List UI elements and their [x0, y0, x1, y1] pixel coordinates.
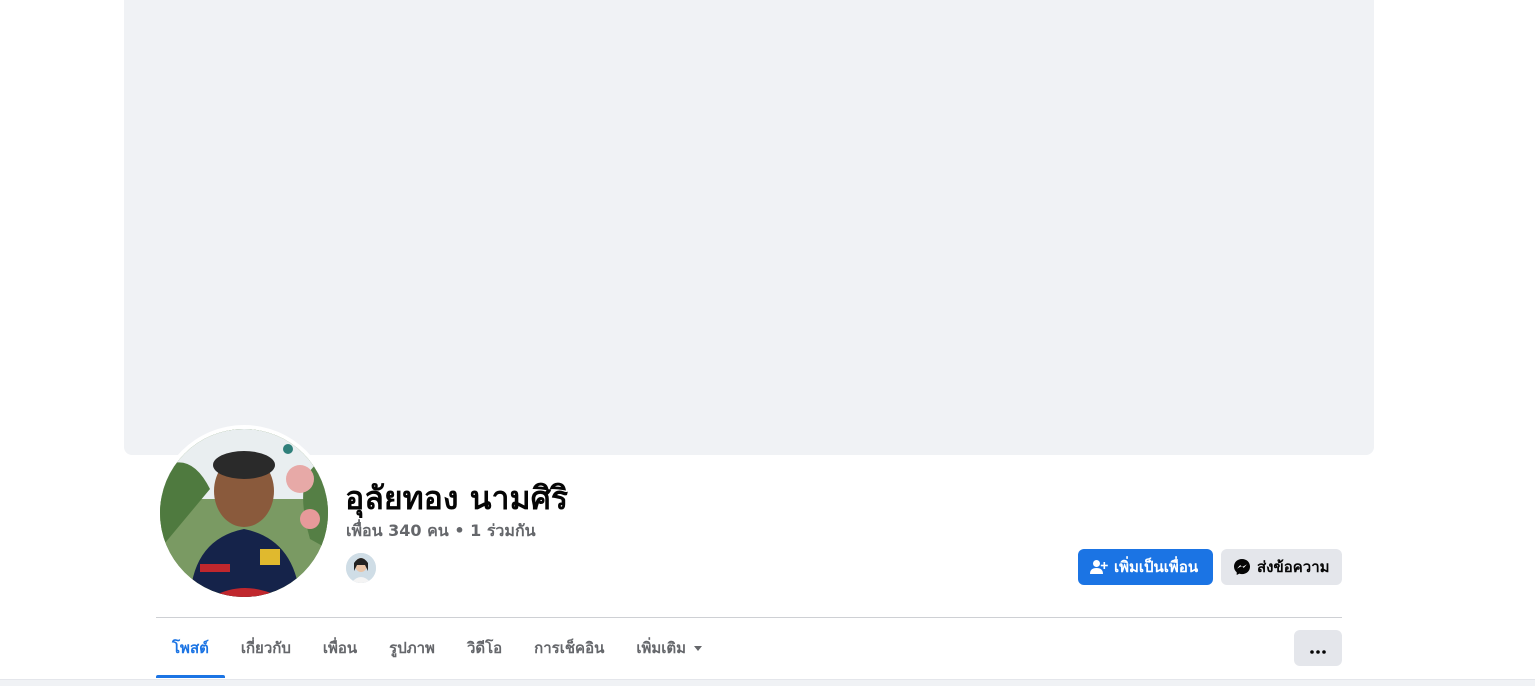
add-friend-label: เพิ่มเป็นเพื่อน [1114, 558, 1199, 576]
tab-posts[interactable]: โพสต์ [156, 618, 225, 678]
tab-label: รูปภาพ [389, 639, 435, 657]
friends-count[interactable]: เพื่อน 340 คน • 1 ร่วมกัน [346, 519, 536, 543]
profile-photo-image [160, 429, 328, 597]
cover-photo[interactable] [124, 0, 1374, 455]
tab-label: โพสต์ [172, 639, 209, 657]
tab-label: เกี่ยวกับ [240, 639, 291, 657]
tab-about[interactable]: เกี่ยวกับ [225, 618, 307, 678]
content-area-edge [0, 679, 1535, 686]
message-label: ส่งข้อความ [1257, 558, 1330, 576]
add-friend-button[interactable]: เพิ่มเป็นเพื่อน [1078, 549, 1213, 585]
tab-label: เพิ่มเติม [636, 639, 687, 657]
tab-friends[interactable]: เพื่อน [307, 618, 373, 678]
messenger-icon [1233, 558, 1251, 576]
tab-check-ins[interactable]: การเช็คอิน [518, 618, 620, 678]
tab-photos[interactable]: รูปภาพ [373, 618, 451, 678]
profile-picture[interactable] [156, 425, 332, 601]
tab-label: เพื่อน [322, 639, 358, 657]
message-button[interactable]: ส่งข้อความ [1221, 549, 1342, 585]
tab-label: วิดีโอ [466, 639, 503, 657]
profile-name: อุลัยทอง นามศิริ [345, 479, 569, 517]
tab-label: การเช็คอิน [534, 639, 605, 657]
person-plus-icon [1090, 559, 1108, 575]
tab-videos[interactable]: วิดีโอ [451, 618, 518, 678]
more-options-button[interactable] [1294, 630, 1342, 666]
caret-down-icon [694, 645, 703, 651]
tab-more[interactable]: เพิ่มเติม [620, 618, 718, 678]
more-dots-icon [1310, 639, 1326, 658]
profile-tabs: โพสต์ เกี่ยวกับ เพื่อน รูปภาพ วิดีโอ การ… [156, 618, 718, 678]
mutual-friend-avatar[interactable] [344, 551, 378, 585]
